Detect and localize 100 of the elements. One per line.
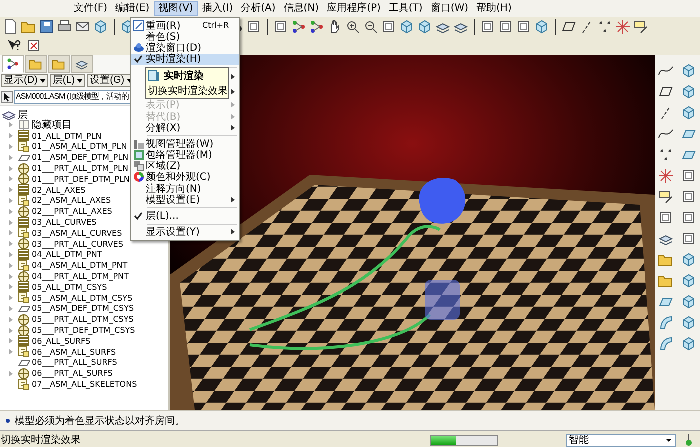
tree-item[interactable]: 02__ASM_ALL_AXES	[32, 196, 112, 206]
cube-icon[interactable]	[680, 63, 697, 79]
arc-surface-icon[interactable]	[658, 336, 674, 352]
menu-item[interactable]: 颜色和外观(C)	[131, 172, 239, 184]
expand-arrow-icon[interactable]	[9, 338, 13, 344]
expand-arrow-icon[interactable]	[9, 198, 13, 204]
navigator-tab[interactable]	[71, 55, 93, 73]
expand-arrow-icon[interactable]	[9, 154, 13, 161]
expand-arrow-icon[interactable]	[9, 370, 13, 377]
menu-item[interactable]: 编辑(E)	[112, 1, 154, 16]
tree-item[interactable]: 03__ASM_ALL_CURVES	[32, 228, 122, 238]
dropdown-button[interactable]: 层(L)	[50, 74, 86, 87]
selection-filter-dropdown[interactable]: 智能	[566, 434, 676, 446]
nodes-icon[interactable]	[309, 19, 325, 35]
expand-arrow-icon[interactable]	[9, 284, 13, 290]
expand-arrow-icon[interactable]	[9, 144, 13, 150]
expand-arrow-icon[interactable]	[9, 241, 13, 248]
expand-arrow-icon[interactable]	[9, 295, 13, 302]
cube-icon[interactable]	[680, 84, 697, 100]
note-icon[interactable]	[633, 19, 649, 35]
menu-item[interactable]: 重画(R) Ctrl+R	[131, 20, 239, 32]
tree-item[interactable]: 05__ASM_ALL_DTM_CSYS	[32, 294, 133, 303]
menu-item[interactable]: 信息(N)	[280, 1, 324, 16]
cube-icon[interactable]	[680, 294, 697, 310]
points-icon[interactable]	[597, 19, 613, 35]
note-icon[interactable]	[658, 189, 674, 205]
expand-arrow-icon[interactable]	[9, 262, 13, 269]
tree-item[interactable]: 02_ALL_AXES	[32, 186, 86, 195]
points-icon[interactable]	[658, 147, 674, 163]
menu-item[interactable]: 注释方向(N)	[131, 183, 239, 194]
menu-item[interactable]: 包络管理器(M)	[131, 150, 239, 161]
cube-icon[interactable]	[680, 336, 697, 352]
tree-item[interactable]: 05___PRT_DEF_DTM_CSYS	[32, 326, 136, 336]
cube-icon[interactable]	[680, 315, 697, 331]
tree-item[interactable]: 04_ALL_DTM_PNT	[32, 250, 102, 260]
expand-arrow-icon[interactable]	[9, 176, 13, 182]
expand-arrow-icon[interactable]	[9, 306, 13, 312]
zoom-out-icon[interactable]	[363, 19, 379, 35]
box-outline-icon[interactable]	[658, 210, 674, 226]
tree-item[interactable]: 01___PRT_ALL_DTM_PLN	[32, 164, 128, 174]
tree-item[interactable]: 06_ALL_SURFS	[32, 336, 91, 346]
menu-item[interactable]: 渲染窗口(D)	[131, 42, 239, 54]
expand-arrow-icon[interactable]	[9, 220, 13, 226]
expand-arrow-icon[interactable]	[9, 133, 13, 140]
tree-item[interactable]: 01___PRT_DEF_DTM_PLN	[32, 174, 130, 184]
box-outline-icon[interactable]	[246, 19, 262, 35]
expand-arrow-icon[interactable]	[9, 122, 13, 128]
menu-item[interactable]: 窗口(W)	[426, 1, 473, 16]
cube-icon[interactable]	[399, 19, 415, 35]
cube-icon[interactable]	[680, 273, 697, 289]
tree-item[interactable]: 03_ALL_CURVES	[32, 218, 97, 228]
box-outline-icon[interactable]	[680, 168, 697, 184]
box-outline-icon[interactable]	[480, 19, 496, 35]
tree-item[interactable]: 05__ASM_DEF_DTM_CSYS	[32, 304, 134, 314]
box-outline-icon[interactable]	[516, 19, 532, 35]
page-icon[interactable]	[3, 19, 19, 35]
tree-item[interactable]: 06__ASM_ALL_SURFS	[32, 348, 116, 357]
box-outline-icon[interactable]	[381, 19, 397, 35]
tree-item[interactable]: 04__ASM_ALL_DTM_PNT	[32, 261, 128, 270]
cube-icon[interactable]	[93, 19, 109, 35]
expand-arrow-icon[interactable]	[9, 316, 13, 323]
tree-item[interactable]: 01_ALL_DTM_PLN	[32, 132, 102, 141]
cube-icon[interactable]	[534, 19, 550, 35]
menu-item[interactable]: 应用程序(P)	[323, 1, 385, 16]
expand-arrow-icon[interactable]	[9, 166, 13, 172]
menu-item[interactable]: 帮助(H)	[472, 1, 516, 16]
zoom-in-icon[interactable]	[345, 19, 361, 35]
box-outline-icon[interactable]	[680, 210, 697, 226]
tree-item[interactable]: 02___PRT_ALL_AXES	[32, 207, 112, 216]
expand-arrow-icon[interactable]	[9, 230, 13, 236]
expand-arrow-icon[interactable]	[9, 349, 13, 356]
menu-item[interactable]: 文件(F)	[70, 1, 112, 16]
cube-icon[interactable]	[680, 105, 697, 121]
box-outline-icon[interactable]	[680, 231, 697, 247]
tree-item[interactable]: 01__ASM_ALL_DTM_PLN	[32, 142, 128, 152]
menu-item[interactable]: 显示设置(Y)	[131, 226, 239, 238]
expand-arrow-icon[interactable]	[9, 328, 13, 334]
expand-arrow-icon[interactable]	[9, 274, 13, 280]
expand-arrow-icon[interactable]	[9, 208, 13, 215]
menu-item[interactable]: 工具(T)	[384, 1, 427, 16]
box-outline-icon[interactable]	[680, 189, 697, 205]
menu-item[interactable]: 实时渲染(H)	[131, 54, 239, 65]
arc-surface-icon[interactable]	[658, 315, 674, 331]
menu-item[interactable]: 视图(V)	[154, 1, 198, 16]
tree-item[interactable]: 05_ALL_DTM_CSYS	[32, 282, 108, 292]
nodes-icon[interactable]	[291, 19, 307, 35]
cube-icon[interactable]	[417, 19, 433, 35]
menu-item[interactable]: 层(L)...	[131, 210, 239, 222]
crosshair-icon[interactable]	[658, 168, 674, 184]
tree-item[interactable]: 05___PRT_ALL_DTM_CSYS	[32, 315, 134, 324]
menu-item[interactable]: 模型设置(E)	[131, 194, 239, 206]
expand-arrow-icon[interactable]	[9, 187, 13, 194]
box-outline-icon[interactable]	[498, 19, 514, 35]
menu-item[interactable]: 分析(A)	[237, 1, 280, 16]
tree-item[interactable]: 03___PRT_ALL_CURVES	[32, 240, 124, 249]
tree-item[interactable]: 层	[18, 108, 28, 122]
menu-item[interactable]: 视图管理器(W)	[131, 138, 239, 150]
dropdown-button[interactable]: 显示(D)	[1, 74, 48, 87]
close-icon[interactable]	[26, 38, 42, 54]
crosshair-icon[interactable]	[615, 19, 631, 35]
